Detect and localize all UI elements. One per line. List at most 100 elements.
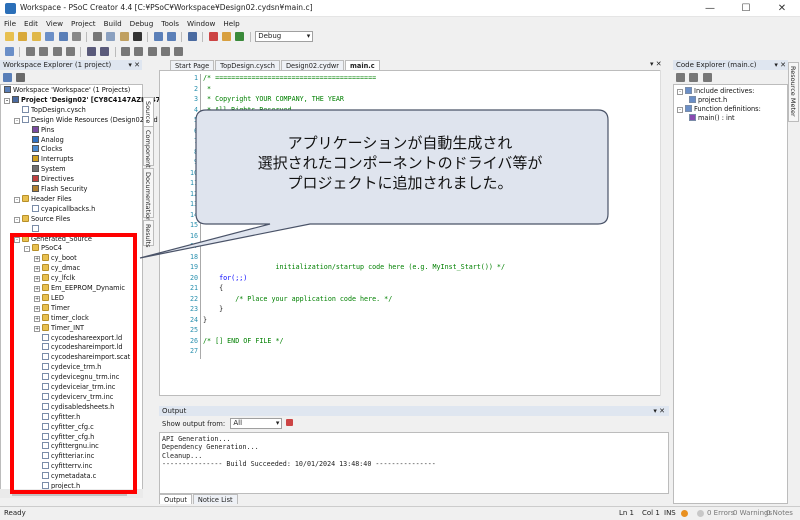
show-output-select[interactable]: All ▾ — [230, 418, 283, 429]
workspace-icon[interactable] — [3, 73, 12, 82]
undo-icon[interactable] — [153, 32, 163, 41]
tree-item[interactable]: Analog — [24, 135, 64, 145]
menu-help[interactable]: Help — [219, 18, 243, 30]
code-explorer-item[interactable]: main() : int — [689, 114, 735, 123]
tab-output[interactable]: Output — [159, 494, 192, 504]
minimize-button[interactable]: — — [692, 0, 728, 17]
title-bar: Workspace - PSoC Creator 4.4 [C:¥PSoC¥Wo… — [0, 0, 800, 17]
print-icon[interactable] — [71, 32, 81, 41]
secondary-toolbar — [0, 45, 800, 59]
code-explorer-item[interactable]: project.h — [689, 96, 727, 105]
errors-count[interactable]: 0 Errors — [707, 507, 734, 520]
code-line[interactable]: for(;;) — [203, 274, 247, 282]
callout-line-3: プロジェクトに追加されました。 — [287, 174, 513, 192]
collapse-icon[interactable]: - — [4, 97, 10, 104]
tree-item[interactable]: Pins — [24, 125, 54, 135]
comment-icon[interactable] — [147, 47, 157, 56]
open-icon[interactable] — [18, 32, 28, 41]
tree-item[interactable]: - Header Files — [14, 194, 72, 204]
tree-item[interactable]: Clocks — [24, 145, 62, 154]
editor-vertical-scrollbar[interactable] — [660, 70, 669, 396]
collapse-icon[interactable]: - — [677, 89, 683, 95]
collapse-icon[interactable]: - — [14, 196, 20, 203]
wire-icon[interactable] — [52, 47, 62, 56]
code-line[interactable]: } — [203, 316, 207, 324]
save-all-icon[interactable] — [58, 32, 68, 41]
menu-window[interactable]: Window — [183, 18, 219, 30]
tree-item[interactable]: TopDesign.cysch — [14, 105, 86, 115]
code-line[interactable]: /* [] END OF FILE */ — [203, 337, 284, 345]
pin-icon[interactable]: ▾ ✕ — [128, 60, 140, 70]
collapse-icon[interactable]: - — [14, 117, 20, 124]
tab-design-wide-resources[interactable]: Design02.cydwr — [280, 60, 345, 70]
workspace-icon[interactable] — [5, 47, 14, 56]
bookmark-icon[interactable] — [174, 47, 184, 56]
clear-output-icon[interactable] — [285, 419, 293, 426]
tab-notice-list[interactable]: Notice List — [192, 494, 238, 504]
cut-icon[interactable] — [92, 32, 102, 41]
code-line[interactable]: { — [203, 284, 223, 292]
tab-start-page[interactable]: Start Page — [170, 60, 215, 70]
menu-debug[interactable]: Debug — [126, 18, 158, 30]
program-icon[interactable] — [222, 32, 232, 41]
redo-icon[interactable] — [167, 32, 177, 41]
align-icon[interactable] — [25, 47, 35, 56]
uncomment-icon[interactable] — [161, 47, 171, 56]
output-pin-icon[interactable]: ▾ ✕ — [653, 406, 665, 416]
code-line[interactable]: * Copyright YOUR COMPANY, THE YEAR — [203, 95, 344, 103]
build-config-select[interactable]: Debug ▾ — [255, 31, 314, 42]
bus-icon[interactable] — [65, 47, 75, 56]
new-project-icon[interactable] — [5, 32, 14, 41]
collapse-icon[interactable]: - — [14, 216, 20, 223]
notes-count[interactable]: 0 Notes — [766, 507, 793, 520]
order-icon[interactable] — [702, 73, 712, 82]
menu-view[interactable]: View — [42, 18, 67, 30]
menu-project[interactable]: Project — [67, 18, 100, 30]
copy-icon[interactable] — [106, 32, 116, 41]
code-explorer-item[interactable]: - Function definitions: — [677, 105, 761, 114]
indent-icon[interactable] — [120, 47, 130, 56]
tree-item[interactable]: - Source Files — [14, 214, 70, 224]
outdent-icon[interactable] — [134, 47, 144, 56]
code-explorer-pin-icon[interactable]: ▾ ✕ — [774, 60, 786, 70]
find-icon[interactable] — [187, 32, 197, 41]
build-icon[interactable] — [208, 32, 218, 41]
code-line[interactable]: /* =====================================… — [203, 74, 376, 82]
menu-build[interactable]: Build — [100, 18, 126, 30]
close-button[interactable]: ✕ — [764, 0, 800, 17]
code-line[interactable]: * — [203, 85, 211, 93]
collapse-icon[interactable]: - — [677, 107, 683, 113]
code-line[interactable]: } — [203, 305, 223, 313]
save-icon[interactable] — [45, 32, 55, 41]
component-icon[interactable] — [86, 47, 96, 56]
open-folder-icon[interactable] — [31, 32, 41, 41]
maximize-button[interactable]: ☐ — [728, 0, 764, 17]
tab-resource-meter[interactable]: Resource Meter — [788, 62, 799, 122]
distribute-icon[interactable] — [39, 47, 49, 56]
code-explorer-item[interactable]: - Include directives: — [677, 87, 754, 96]
library-icon[interactable] — [100, 47, 110, 56]
paste-icon[interactable] — [119, 32, 129, 41]
code-line[interactable]: /* Place your application code here. */ — [203, 295, 392, 303]
toolbar-separator — [19, 47, 21, 57]
tree-item[interactable]: Flash Security — [24, 185, 87, 194]
tree-item[interactable]: Interrupts — [24, 155, 73, 164]
debug-icon[interactable] — [235, 32, 245, 41]
tab-main-c[interactable]: main.c — [345, 60, 380, 70]
menu-edit[interactable]: Edit — [20, 18, 42, 30]
tab-topdesign[interactable]: TopDesign.cysch — [215, 60, 280, 70]
errors-icon[interactable] — [697, 510, 704, 517]
toolbar-separator — [249, 32, 251, 42]
tree-item[interactable]: Directives — [24, 175, 74, 184]
delete-icon[interactable] — [132, 32, 142, 41]
tree-item[interactable]: Workspace 'Workspace' (1 Projects) — [4, 86, 130, 95]
output-text[interactable]: API Generation... Dependency Generation..… — [159, 432, 669, 494]
properties-icon[interactable] — [16, 73, 26, 82]
tree-item[interactable]: cyapicallbacks.h — [24, 204, 95, 214]
sort-icon[interactable] — [676, 73, 685, 82]
editor-close-icon[interactable]: ▾ ✕ — [650, 60, 662, 68]
menu-file[interactable]: File — [0, 18, 20, 30]
menu-tools[interactable]: Tools — [157, 18, 183, 30]
tree-item[interactable]: System — [24, 165, 66, 174]
filter-icon[interactable] — [689, 73, 699, 82]
